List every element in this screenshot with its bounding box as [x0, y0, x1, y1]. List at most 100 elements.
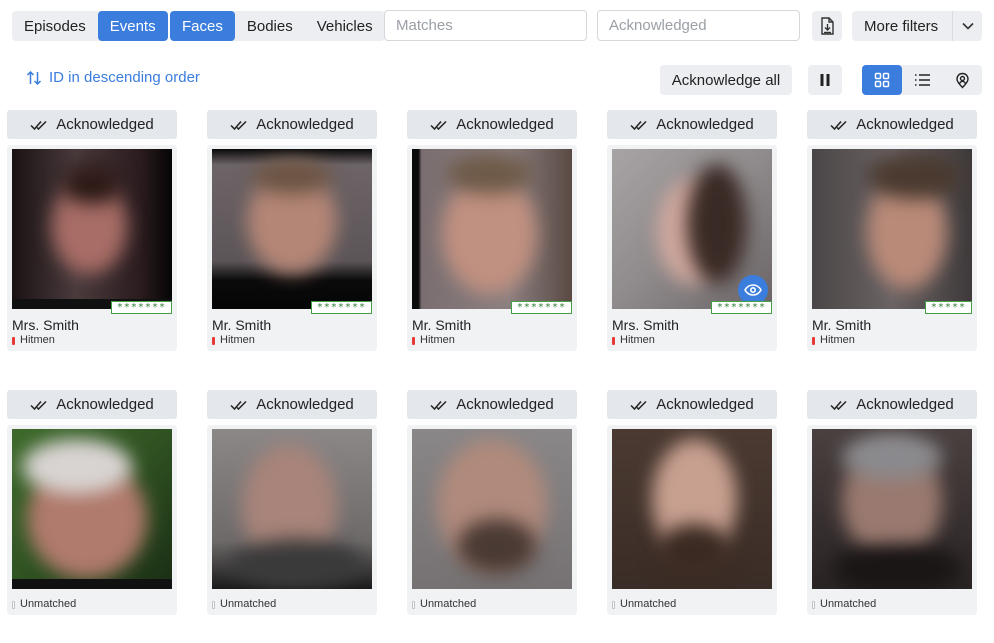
acknowledged-filter-input[interactable]: [597, 10, 800, 41]
person-name: Mrs. Smith: [12, 317, 79, 333]
view-mode-switch: [862, 65, 982, 95]
list-icon: [914, 74, 930, 86]
acknowledge-button[interactable]: Acknowledged: [7, 110, 177, 139]
double-check-icon: [30, 120, 47, 130]
double-check-icon: [230, 120, 247, 130]
acknowledge-button[interactable]: Acknowledged: [207, 110, 377, 139]
event-card: Acknowledged Unmatched: [207, 390, 377, 615]
group-color-marker: [412, 600, 415, 609]
face-thumbnail[interactable]: [12, 149, 172, 309]
event-card: Acknowledged ******* Mrs. Smith Hitmen: [607, 110, 777, 351]
tab-events[interactable]: Events: [97, 11, 168, 41]
acknowledge-button[interactable]: Acknowledged: [607, 390, 777, 419]
group-label: Hitmen: [220, 334, 255, 346]
event-type-tabs: Episodes Events: [12, 11, 168, 41]
double-check-icon: [830, 120, 847, 130]
acknowledge-button[interactable]: Acknowledged: [407, 110, 577, 139]
group-color-marker: [12, 336, 15, 345]
tab-bodies[interactable]: Bodies: [235, 11, 305, 41]
acknowledge-button[interactable]: Acknowledged: [407, 390, 577, 419]
match-score-badge: *******: [510, 301, 572, 314]
acknowledge-label: Acknowledged: [456, 396, 554, 413]
face-thumbnail[interactable]: [412, 429, 572, 589]
tab-faces[interactable]: Faces: [170, 11, 235, 41]
group-label: Unmatched: [220, 598, 277, 610]
face-thumbnail[interactable]: [212, 429, 372, 589]
face-thumbnail[interactable]: [212, 149, 372, 309]
face-thumbnail[interactable]: [612, 149, 772, 309]
more-filters-button[interactable]: More filters: [852, 11, 952, 41]
group-color-marker: [812, 336, 815, 345]
face-thumbnail[interactable]: [12, 429, 172, 589]
acknowledge-all-button[interactable]: Acknowledge all: [660, 65, 792, 95]
person-group: Unmatched: [612, 598, 772, 612]
event-card: Acknowledged Unmatched: [7, 390, 177, 615]
person-group: Unmatched: [812, 598, 972, 612]
group-label: Hitmen: [420, 334, 455, 346]
event-card: Acknowledged ******* Mr. Smith Hitmen: [407, 110, 577, 351]
face-map-view-button[interactable]: [942, 65, 982, 95]
group-label: Hitmen: [620, 334, 655, 346]
group-label: Unmatched: [20, 598, 77, 610]
acknowledge-label: Acknowledged: [456, 116, 554, 133]
double-check-icon: [430, 400, 447, 410]
sort-order-toggle[interactable]: ID in descending order: [26, 69, 200, 86]
group-label: Hitmen: [820, 334, 855, 346]
face-thumbnail[interactable]: [812, 149, 972, 309]
person-group: Hitmen: [812, 334, 972, 348]
list-view-button[interactable]: [902, 65, 942, 95]
acknowledge-button[interactable]: Acknowledged: [7, 390, 177, 419]
person-group: Hitmen: [612, 334, 772, 348]
face-thumbnail[interactable]: [612, 429, 772, 589]
sort-order-label: ID in descending order: [49, 69, 200, 86]
person-group: Hitmen: [12, 334, 172, 348]
sort-arrows-icon: [26, 70, 42, 85]
group-color-marker: [212, 336, 215, 345]
video-player-bar: [12, 579, 172, 589]
event-card: Acknowledged ******* Mrs. Smith Hitmen: [7, 110, 177, 351]
group-label: Unmatched: [420, 598, 477, 610]
matches-filter-input[interactable]: [384, 10, 587, 41]
face-thumbnail[interactable]: [812, 429, 972, 589]
person-name: Mr. Smith: [212, 317, 272, 333]
acknowledge-label: Acknowledged: [256, 116, 354, 133]
acknowledge-button[interactable]: Acknowledged: [807, 110, 977, 139]
person-group: Hitmen: [412, 334, 572, 348]
grid-icon: [874, 72, 890, 88]
group-color-marker: [12, 600, 15, 609]
tab-episodes[interactable]: Episodes: [12, 11, 98, 41]
pause-button[interactable]: [808, 65, 842, 95]
acknowledge-button[interactable]: Acknowledged: [807, 390, 977, 419]
acknowledge-button[interactable]: Acknowledged: [207, 390, 377, 419]
double-check-icon: [430, 120, 447, 130]
group-color-marker: [812, 600, 815, 609]
double-check-icon: [30, 400, 47, 410]
acknowledge-label: Acknowledged: [56, 396, 154, 413]
event-card: Acknowledged Unmatched: [407, 390, 577, 615]
more-filters-control: More filters: [852, 11, 982, 41]
event-card: Acknowledged Unmatched: [807, 390, 977, 615]
person-group: Unmatched: [12, 598, 172, 612]
group-label: Unmatched: [620, 598, 677, 610]
person-group: Unmatched: [412, 598, 572, 612]
group-color-marker: [612, 336, 615, 345]
acknowledge-label: Acknowledged: [856, 116, 954, 133]
person-name: Mr. Smith: [412, 317, 472, 333]
event-card: Acknowledged Unmatched: [607, 390, 777, 615]
export-button[interactable]: [812, 11, 842, 41]
group-label: Hitmen: [20, 334, 55, 346]
pause-icon: [820, 74, 830, 86]
match-score-badge: *****: [924, 301, 972, 314]
event-card: Acknowledged ******* Mr. Smith Hitmen: [207, 110, 377, 351]
more-filters-dropdown[interactable]: [952, 11, 982, 41]
grid-view-button[interactable]: [862, 65, 902, 95]
double-check-icon: [630, 400, 647, 410]
person-group: Hitmen: [212, 334, 372, 348]
acknowledge-label: Acknowledged: [256, 396, 354, 413]
group-label: Unmatched: [820, 598, 877, 610]
acknowledge-label: Acknowledged: [656, 396, 754, 413]
double-check-icon: [630, 120, 647, 130]
tab-vehicles[interactable]: Vehicles: [305, 11, 385, 41]
face-thumbnail[interactable]: [412, 149, 572, 309]
acknowledge-button[interactable]: Acknowledged: [607, 110, 777, 139]
